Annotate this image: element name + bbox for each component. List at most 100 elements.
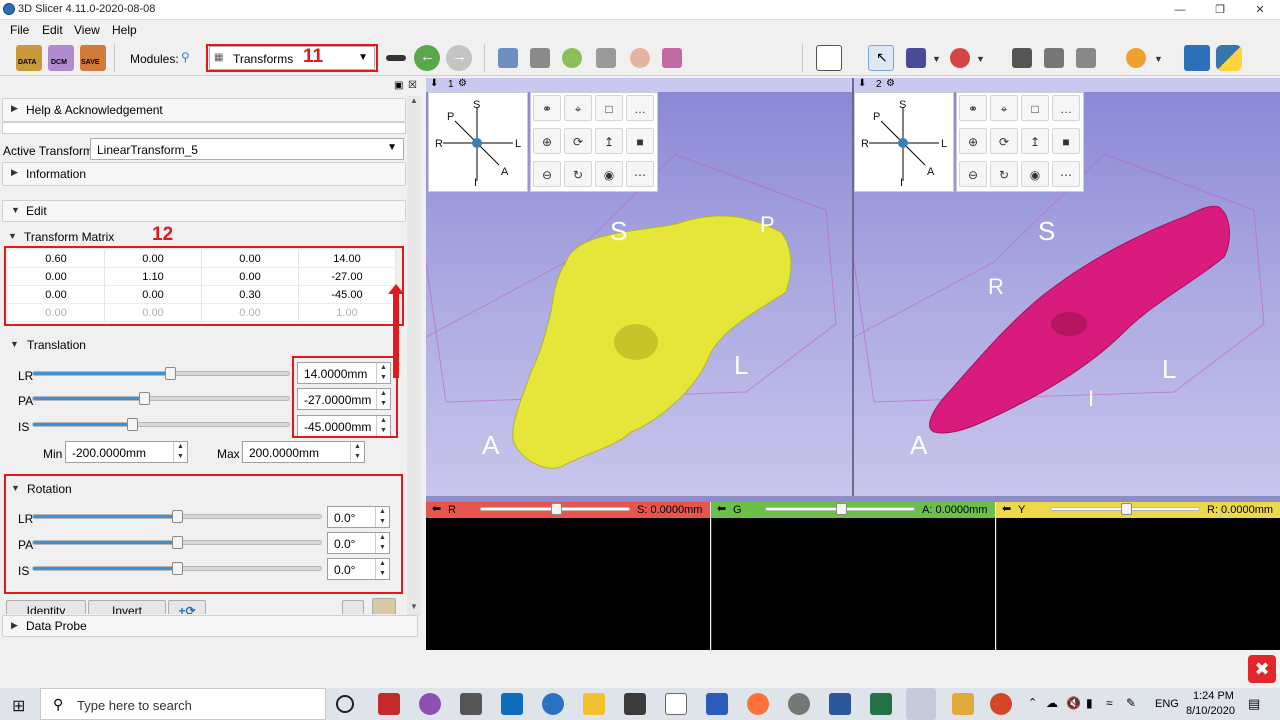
cortana-icon[interactable]: [336, 695, 354, 713]
app-icon-settings[interactable]: [419, 693, 441, 715]
module-search-icon[interactable]: ⚲: [181, 50, 190, 64]
windows-start-icon[interactable]: ⊞: [12, 696, 25, 716]
battery-icon[interactable]: ▮: [1086, 696, 1093, 710]
forward-arrow-icon[interactable]: →: [446, 45, 472, 71]
yellow-slice-slider[interactable]: [1050, 503, 1200, 515]
slider-handle[interactable]: [172, 510, 183, 523]
link-views-icon[interactable]: ⚭: [959, 95, 987, 121]
scene-view-icon[interactable]: [1044, 48, 1064, 68]
restore-button[interactable]: ❐: [1200, 0, 1240, 20]
app-icon-slicer[interactable]: [788, 693, 810, 715]
rotation-is-slider[interactable]: [32, 562, 322, 575]
save-button[interactable]: SAVE: [80, 45, 106, 71]
clock-time[interactable]: 1:24 PM: [1193, 690, 1234, 702]
3d-view-2[interactable]: S R L I A S P R L A I ⚭ ⌖ □ … ⊕ ⟳ ↥ ■ ⊖ …: [854, 92, 1280, 496]
ruler-icon[interactable]: …: [626, 95, 654, 121]
volumes-module-icon[interactable]: [530, 48, 550, 68]
menu-help[interactable]: Help: [112, 23, 137, 37]
app-icon-slack[interactable]: [952, 693, 974, 715]
volume-icon[interactable]: 🔇: [1066, 696, 1081, 710]
translation-lr-slider[interactable]: [32, 367, 290, 380]
zoom-out-icon[interactable]: ⊖: [959, 161, 987, 187]
slider-handle[interactable]: [139, 392, 150, 405]
identity-button[interactable]: Identity: [6, 600, 86, 614]
chevron-down-icon[interactable]: ▼: [932, 54, 941, 64]
app-icon-r[interactable]: [542, 693, 564, 715]
pin-icon[interactable]: ⬇: [858, 78, 866, 89]
slider-handle[interactable]: [172, 562, 183, 575]
screenshot-icon[interactable]: [1012, 48, 1032, 68]
link-icon[interactable]: ⚙: [886, 78, 895, 89]
rock-view-icon[interactable]: ↻: [564, 161, 592, 187]
dicom-button[interactable]: DCM: [48, 45, 74, 71]
slider-handle[interactable]: [127, 418, 138, 431]
link-views-icon[interactable]: ⚭: [533, 95, 561, 121]
green-slice-bar[interactable]: ⬅ G A: 0.0000mm: [711, 502, 995, 518]
center-view-icon[interactable]: ⌖: [564, 95, 592, 121]
rotation-pa-slider[interactable]: [32, 536, 322, 549]
center-view-icon[interactable]: ⌖: [990, 95, 1018, 121]
zoom-in-icon[interactable]: ⊕: [959, 128, 987, 154]
paste-icon[interactable]: [372, 598, 396, 614]
onedrive-icon[interactable]: ☁: [1046, 696, 1058, 710]
rotation-lr-spinbox[interactable]: 0.0° ▲ ▼: [327, 506, 390, 528]
app-icon-file-explorer[interactable]: [583, 693, 605, 715]
yellow-slice-view[interactable]: [996, 518, 1280, 650]
ruler-icon[interactable]: …: [1052, 95, 1080, 121]
red-slice-view[interactable]: [426, 518, 710, 650]
link-icon[interactable]: ⚙: [458, 78, 467, 89]
extension-manager-icon[interactable]: [1184, 45, 1210, 71]
visibility-eye-icon[interactable]: ◉: [595, 161, 623, 187]
red-slice-slider[interactable]: [480, 503, 630, 515]
app-icon-outlook[interactable]: [501, 693, 523, 715]
spin-arrows-icon[interactable]: ▲ ▼: [375, 559, 389, 579]
back-arrow-icon[interactable]: ←: [414, 45, 440, 71]
more-options-icon[interactable]: ⋯: [626, 161, 654, 187]
rotation-lr-slider[interactable]: [32, 510, 322, 523]
taskbar-search-box[interactable]: ⚲ Type here to search: [40, 688, 326, 720]
spin-arrows-icon[interactable]: ▲ ▼: [375, 507, 389, 527]
more-options-icon[interactable]: ⋯: [1052, 161, 1080, 187]
copy-icon[interactable]: [342, 600, 364, 614]
load-data-button[interactable]: DATA: [16, 45, 42, 71]
layout-icon[interactable]: [816, 45, 842, 71]
rock-view-icon[interactable]: ↻: [990, 161, 1018, 187]
spin-arrows-icon[interactable]: ▲ ▼: [350, 442, 364, 462]
stereo-icon[interactable]: ■: [626, 128, 654, 154]
chevron-down-icon[interactable]: ▼: [976, 54, 985, 64]
app-icon-slicer-active[interactable]: [906, 688, 936, 720]
undock-icon[interactable]: ▣: [394, 80, 403, 91]
rotation-pa-spinbox[interactable]: 0.0° ▲ ▼: [327, 532, 390, 554]
extensions-icon[interactable]: [662, 48, 682, 68]
view2-controller-bar[interactable]: ⬇ 2 ⚙: [854, 78, 1280, 92]
green-slice-slider[interactable]: [765, 503, 915, 515]
select-pointer-icon[interactable]: ↖: [868, 45, 894, 71]
zoom-out-icon[interactable]: ⊖: [533, 161, 561, 187]
max-spinbox[interactable]: 200.0000mm ▲ ▼: [242, 441, 365, 463]
segment-editor-icon[interactable]: [596, 48, 616, 68]
translation-is-slider[interactable]: [32, 418, 290, 431]
menu-edit[interactable]: Edit: [42, 23, 63, 37]
scroll-down-icon[interactable]: ▼: [410, 602, 418, 611]
pin-icon[interactable]: ⬅: [432, 502, 441, 515]
orthographic-icon[interactable]: □: [1021, 95, 1049, 121]
app-icon-excel[interactable]: [870, 693, 892, 715]
app-icon-powershell[interactable]: [706, 693, 728, 715]
minimize-button[interactable]: —: [1160, 0, 1200, 20]
3d-view-1[interactable]: S P L A S P R L A I ⚭ ⌖ □ … ⊕ ⟳ ↥ ■ ⊖ ↻ …: [426, 92, 852, 496]
red-slice-bar[interactable]: ⬅ R S: 0.0000mm: [426, 502, 710, 518]
slider-handle[interactable]: [551, 503, 562, 515]
zoom-in-icon[interactable]: ⊕: [533, 128, 561, 154]
close-panel-icon[interactable]: ☒: [408, 80, 417, 91]
language-indicator[interactable]: ENG: [1155, 698, 1179, 710]
pin-icon[interactable]: ⬇: [430, 78, 438, 89]
pin-icon[interactable]: ⬅: [1002, 502, 1011, 515]
data-module-icon[interactable]: [498, 48, 518, 68]
orthographic-icon[interactable]: □: [595, 95, 623, 121]
axes-icon[interactable]: ↥: [595, 128, 623, 154]
python-console-icon[interactable]: [1216, 45, 1242, 71]
scroll-up-icon[interactable]: ▲: [410, 96, 418, 105]
information-section-header[interactable]: ▶ Information: [2, 162, 406, 186]
notifications-icon[interactable]: ▤: [1248, 696, 1260, 712]
models-module-icon[interactable]: [562, 48, 582, 68]
